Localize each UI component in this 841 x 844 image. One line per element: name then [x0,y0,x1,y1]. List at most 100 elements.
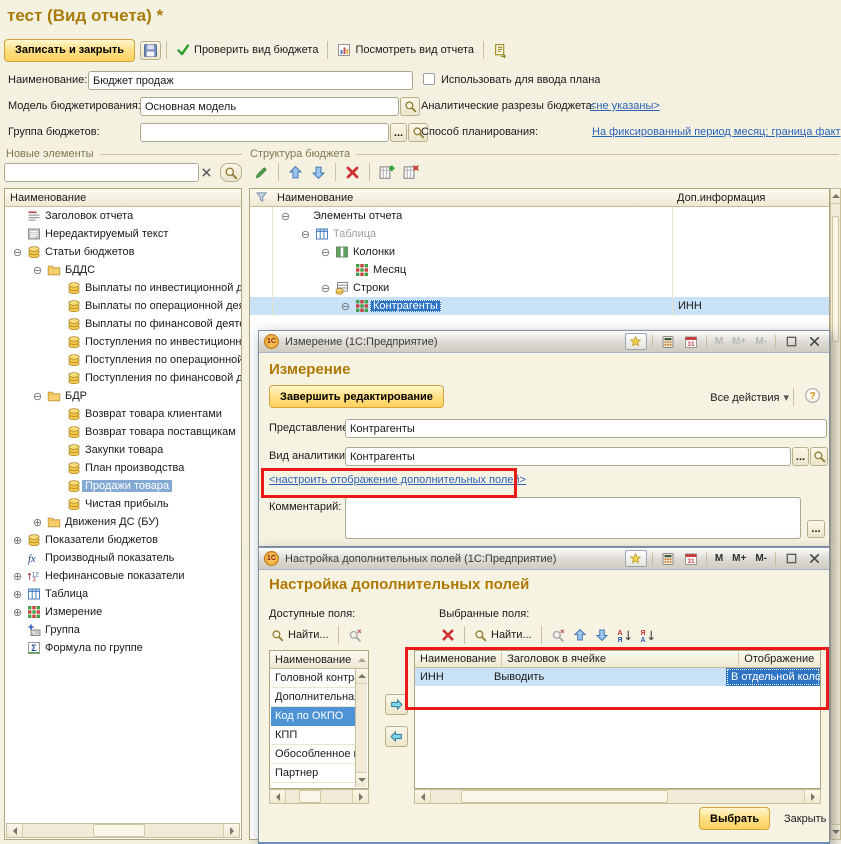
save-and-close-button[interactable]: Записать и закрыть [4,38,136,62]
view-input[interactable] [345,419,827,438]
name-input[interactable] [88,71,413,90]
field-name-cell[interactable]: ИНН [415,668,489,686]
tree-item[interactable]: Нередактируемый текст [5,225,241,243]
tree-item[interactable]: Выплаты по инвестиционной д [5,279,241,297]
tree-item[interactable]: ⊖ Статьи бюджетов [5,243,241,261]
scroll-thumb[interactable] [93,824,145,837]
structure-row[interactable]: ⊖ Строки [250,279,829,297]
remove-field-transfer-button[interactable] [385,726,408,747]
scroll-thumb[interactable] [460,790,668,803]
structure-extra-cell[interactable] [673,261,829,279]
budget-group-input[interactable] [140,123,389,142]
field-move-down-button[interactable] [591,626,613,644]
add-table-row-button[interactable] [375,162,399,182]
expander-icon[interactable]: ⊕ [29,516,46,529]
scroll-thumb[interactable] [832,216,839,343]
maximize-button[interactable] [781,550,801,567]
structure-extra-cell[interactable]: ИНН [673,297,829,315]
favorites-star-button[interactable] [624,333,647,350]
memory-minus-button[interactable]: M- [752,336,770,347]
delete-button[interactable] [341,163,364,182]
analytics-cuts-link[interactable]: <не указаны> [590,100,660,112]
configure-additional-fields-link[interactable]: <настроить отображение дополнительных по… [269,474,526,486]
expander-icon[interactable]: ⊖ [9,246,26,259]
structure-row[interactable]: ⊖ Колонки [250,243,829,261]
tree-item[interactable]: Заголовок отчета [5,207,241,225]
available-horizontal-scrollbar[interactable] [269,789,369,804]
tree-item[interactable]: Выплаты по финансовой деяте [5,315,241,333]
tree-search-button[interactable] [220,163,242,182]
scroll-down-button[interactable] [831,824,840,839]
calendar-button[interactable] [681,333,701,350]
tree-column-header[interactable]: Наименование [5,189,241,207]
tree-item[interactable]: Поступления по инвестиционн [5,333,241,351]
comment-ellipsis-button[interactable]: ... [807,520,825,538]
fields-dialog-titlebar[interactable]: 1С Настройка дополнительных полей (1С:Пр… [259,548,829,570]
sort-descending-button[interactable] [636,626,659,645]
list-item[interactable]: КПП [271,726,355,745]
selected-horizontal-scrollbar[interactable] [414,789,821,804]
scroll-track[interactable] [23,824,223,837]
scroll-up-button[interactable] [831,189,840,204]
expander-icon[interactable]: ⊕ [9,570,26,583]
structure-extra-cell[interactable] [673,207,829,225]
expander-icon[interactable]: ⊕ [9,534,26,547]
preview-report-button[interactable]: Посмотреть вид отчета [333,41,478,59]
expander-icon[interactable]: ⊖ [297,228,314,241]
tree-item[interactable]: Чистая прибыль [5,495,241,513]
tree-item[interactable]: ⊕ Движения ДС (БУ) [5,513,241,531]
memory-minus-button[interactable]: M- [752,553,770,564]
structure-name-cell[interactable]: ⊖ Элементы отчета [273,207,673,225]
available-list-header[interactable]: Наименование [270,651,368,669]
favorites-star-button[interactable] [624,550,647,567]
structure-row[interactable]: ⊖ Элементы отчета [250,207,829,225]
cell-header-cell[interactable]: Выводить [489,668,726,686]
budget-group-ellipsis-button[interactable]: ... [390,123,407,142]
tree-item[interactable]: ⊕ Показатели бюджетов [5,531,241,549]
list-item[interactable]: Дополнительная ин [271,688,355,707]
move-up-button[interactable] [284,163,307,182]
list-item[interactable]: Код по ОКПО [271,707,355,726]
edit-button[interactable] [250,163,273,182]
tree-search-input[interactable] [4,163,199,182]
scroll-right-button[interactable] [352,790,368,803]
structure-name-cell[interactable]: ⊖ Контрагенты [273,297,673,315]
scroll-right-button[interactable] [223,824,239,837]
tree-item[interactable]: Закупки товара [5,441,241,459]
expander-icon[interactable]: ⊖ [317,282,334,295]
tree-item[interactable]: Продажи товара [5,477,241,495]
close-button[interactable] [804,333,824,350]
tree-horizontal-scrollbar[interactable] [6,823,240,838]
tree-item[interactable]: Поступления по операционной [5,351,241,369]
structure-vertical-scrollbar[interactable] [830,188,841,840]
available-find-button[interactable]: Найти... [267,627,333,644]
memory-plus-button[interactable]: M+ [729,553,749,564]
selected-col-name-header[interactable]: Наименование [415,651,503,668]
expander-icon[interactable]: ⊖ [29,390,46,403]
save-button[interactable] [140,40,162,60]
tree-item[interactable]: ⊕ Нефинансовые показатели [5,567,241,585]
scroll-left-button[interactable] [7,824,23,837]
calculator-button[interactable] [658,333,678,350]
expander-icon[interactable]: ⊖ [337,300,354,313]
selected-col-cellheader-header[interactable]: Заголовок в ячейке [502,651,740,668]
all-actions-button[interactable]: Все действия ▾ [706,389,793,406]
tree-item[interactable]: Выплаты по операционной дея [5,297,241,315]
move-down-button[interactable] [307,163,330,182]
tree-item[interactable]: Формула по группе [5,639,241,657]
filter-column-header[interactable] [250,189,272,207]
model-input[interactable] [140,97,399,116]
check-budget-view-button[interactable]: Проверить вид бюджета [172,41,322,59]
scroll-track[interactable] [286,790,352,803]
structure-name-cell[interactable]: ⊖ Строки [273,279,673,297]
structure-row[interactable]: Месяц [250,261,829,279]
structure-extra-cell[interactable] [673,279,829,297]
structure-row[interactable]: ⊖ Контрагенты ИНН [250,297,829,315]
analytics-lookup-button[interactable] [810,447,828,466]
tree-item[interactable]: ⊖ БДДС [5,261,241,279]
tree-item[interactable]: ⊖ БДР [5,387,241,405]
available-cancel-search-button[interactable] [344,626,366,644]
calculator-button[interactable] [658,550,678,567]
model-lookup-button[interactable] [400,97,420,116]
list-item[interactable]: Головной контраген [271,669,355,688]
